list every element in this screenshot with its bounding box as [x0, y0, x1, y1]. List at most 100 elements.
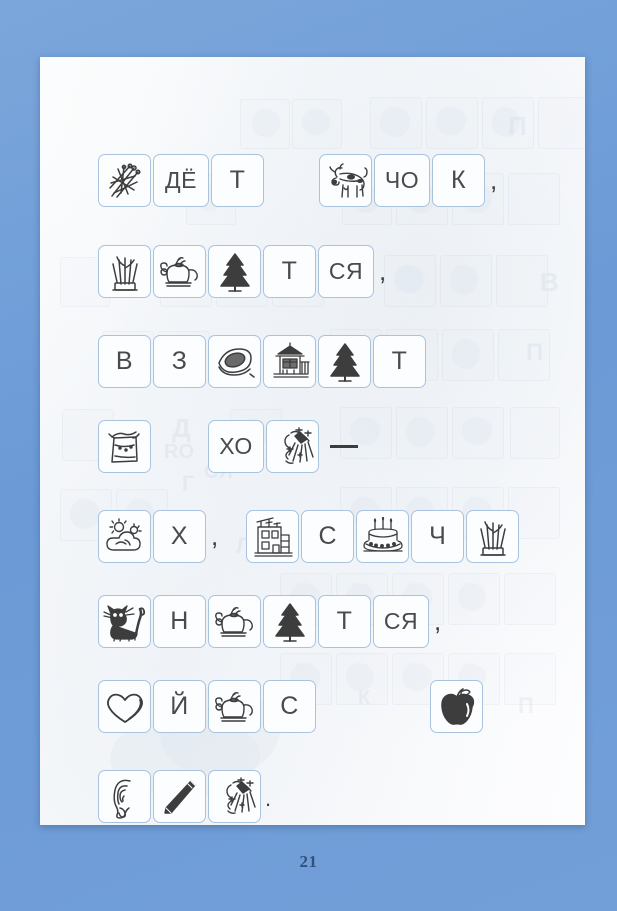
rebus-row: Н Т СЯ, — [98, 595, 444, 651]
worksheet-page: ПВДROМСЯГЛППК ДЁТ ЧОК, — [40, 57, 585, 825]
cake-icon — [360, 516, 406, 557]
heart-icon — [103, 688, 147, 726]
cloud-sun-icon — [103, 517, 147, 556]
picture-cell[interactable] — [208, 245, 261, 298]
letter-glyph: ХО — [219, 433, 253, 459]
letter-cell[interactable]: СЯ — [318, 245, 374, 298]
letter-cell[interactable]: Т — [263, 245, 316, 298]
picture-cell[interactable] — [263, 595, 316, 648]
letter-cell[interactable]: З — [153, 335, 206, 388]
letter-cell[interactable]: Ч — [411, 510, 465, 563]
picture-cell[interactable] — [98, 154, 151, 207]
letter-cell[interactable]: Н — [153, 595, 206, 648]
picture-cell[interactable] — [266, 420, 319, 473]
letter-glyph: ЧО — [384, 167, 420, 193]
rebus-row: Т СЯ, — [98, 245, 389, 301]
picture-cell[interactable] — [263, 335, 316, 388]
teapot-icon — [213, 688, 257, 726]
em-dash-line — [330, 445, 358, 448]
letter-cell[interactable]: Т — [373, 335, 426, 388]
shower-icon — [213, 775, 257, 819]
rebus-row: ВЗ Т — [98, 335, 428, 391]
teapot-icon — [213, 603, 257, 641]
letter-cell[interactable]: К — [432, 154, 485, 207]
letter-cell[interactable]: ХО — [208, 420, 264, 473]
picture-cell[interactable] — [98, 420, 151, 473]
letter-glyph: К — [450, 166, 467, 194]
em-dash-mark — [321, 420, 367, 473]
sticks-bundle-icon — [104, 160, 146, 202]
letter-glyph: Н — [170, 607, 189, 635]
letter-glyph: Т — [281, 257, 298, 285]
letter-glyph: Х — [170, 522, 189, 550]
picture-cell[interactable] — [98, 595, 151, 648]
picture-cell[interactable] — [98, 510, 151, 563]
picture-cell[interactable] — [319, 154, 372, 207]
picture-cell[interactable] — [208, 680, 261, 733]
sack-icon — [103, 426, 147, 468]
comma-mark: , — [379, 256, 387, 286]
picture-cell[interactable] — [153, 245, 206, 298]
letter-cell[interactable]: С — [301, 510, 355, 563]
comma-mark: , — [490, 165, 498, 195]
letter-glyph: Т — [229, 166, 246, 194]
cow-icon — [323, 161, 369, 201]
comma-mark: , — [434, 606, 442, 636]
letter-cell[interactable]: Й — [153, 680, 206, 733]
rebus-row: ХО — [98, 420, 367, 476]
letter-glyph: С — [280, 692, 299, 720]
picture-cell[interactable] — [98, 680, 151, 733]
period-mark: . — [265, 786, 272, 811]
letter-glyph: З — [171, 347, 188, 375]
fir-tree-icon — [270, 600, 310, 644]
picture-cell[interactable] — [356, 510, 410, 563]
ear-icon — [106, 775, 144, 819]
letter-glyph: СЯ — [383, 608, 419, 634]
teapot-icon — [158, 253, 202, 291]
letter-cell[interactable]: Х — [153, 510, 206, 563]
rebus-rows-container: ДЁ Т ЧО К, Т СЯ , В З Т ХО Х , С Ч Н Т С… — [40, 57, 585, 825]
cactus-icon — [105, 250, 145, 294]
apple-icon — [437, 686, 477, 728]
picture-cell[interactable] — [318, 335, 371, 388]
rebus-row: Й С — [98, 680, 485, 736]
letter-cell[interactable]: С — [263, 680, 316, 733]
comma-mark: , — [211, 521, 219, 551]
letter-glyph: С — [318, 522, 338, 550]
letter-cell[interactable]: ДЁ — [153, 154, 209, 207]
rebus-row: Х, С Ч — [98, 510, 521, 566]
picture-cell[interactable] — [208, 595, 261, 648]
picture-cell[interactable] — [208, 335, 261, 388]
letter-cell[interactable]: В — [98, 335, 151, 388]
picture-cell[interactable] — [466, 510, 520, 563]
pencil-icon — [158, 775, 202, 819]
letter-glyph: В — [115, 347, 134, 375]
picture-cell[interactable] — [430, 680, 483, 733]
letter-cell[interactable]: Т — [318, 595, 371, 648]
picture-cell[interactable] — [246, 510, 300, 563]
fir-tree-icon — [325, 340, 365, 384]
letter-glyph: Й — [170, 692, 189, 720]
page-number: 21 — [299, 852, 318, 871]
letter-glyph: СЯ — [328, 258, 364, 284]
picture-cell[interactable] — [153, 770, 206, 823]
letter-cell[interactable]: Т — [211, 154, 264, 207]
cat-icon — [102, 602, 148, 642]
letter-glyph: ДЁ — [165, 167, 197, 193]
letter-glyph: Т — [336, 607, 353, 635]
letter-cell[interactable]: СЯ — [373, 595, 429, 648]
picture-cell[interactable] — [208, 770, 261, 823]
letter-glyph: Ч — [429, 522, 447, 550]
cactus-icon — [473, 515, 513, 559]
picture-cell[interactable] — [98, 770, 151, 823]
picture-cell[interactable] — [98, 245, 151, 298]
fir-tree-icon — [215, 250, 255, 294]
gazebo-icon — [268, 340, 312, 384]
shower-icon — [271, 425, 315, 469]
screenshot-root: ПВДROМСЯГЛППК ДЁТ ЧОК, — [0, 0, 617, 911]
letter-cell[interactable]: ЧО — [374, 154, 430, 207]
nut-icon — [213, 343, 257, 381]
letter-glyph: Т — [391, 347, 408, 375]
house-icon — [251, 515, 295, 559]
rebus-row: ДЁ Т ЧО К, — [98, 154, 500, 210]
